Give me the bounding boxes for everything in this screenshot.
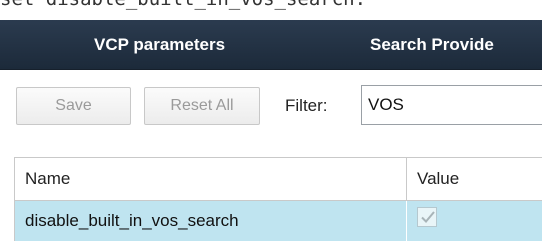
- parameters-table: Name Value disable_built_in_vos_search: [14, 157, 542, 241]
- column-header-name[interactable]: Name: [15, 158, 407, 200]
- reset-all-button[interactable]: Reset All: [144, 87, 260, 125]
- tab-bar: VCP parameters Search Provide: [0, 20, 542, 70]
- table-header: Name Value: [15, 158, 542, 201]
- tab-vcp-parameters[interactable]: VCP parameters: [94, 20, 225, 70]
- row-name-cell[interactable]: disable_built_in_vos_search: [15, 201, 407, 241]
- table-row[interactable]: disable_built_in_vos_search: [15, 201, 542, 241]
- save-button[interactable]: Save: [16, 87, 131, 125]
- filter-label: Filter:: [285, 96, 328, 115]
- row-value-cell[interactable]: [407, 201, 542, 241]
- toolbar: Save Reset All Filter: VOS: [0, 70, 542, 146]
- column-header-value[interactable]: Value: [407, 158, 542, 200]
- value-checkbox[interactable]: [417, 207, 437, 227]
- filter-input[interactable]: VOS: [361, 85, 542, 125]
- checkmark-icon: [421, 211, 435, 223]
- instruction-caption: set disable_built_in_vos_search.: [0, 0, 542, 10]
- tab-search-provider[interactable]: Search Provide: [370, 20, 494, 70]
